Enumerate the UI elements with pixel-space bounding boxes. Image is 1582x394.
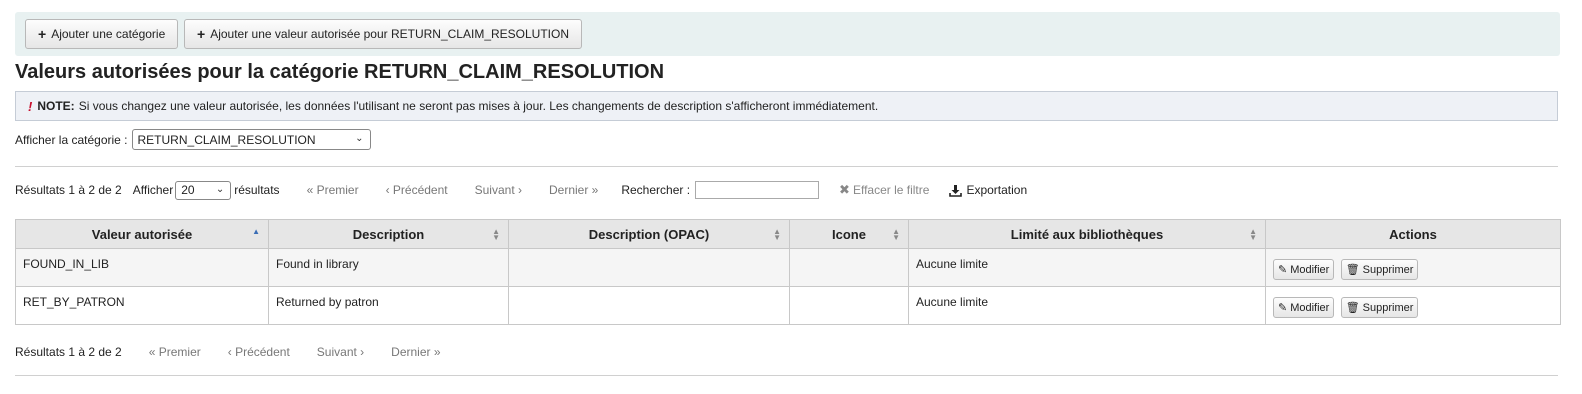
cell-libraries: Aucune limite [908,286,1266,325]
export-button[interactable]: Exportation [949,183,1027,197]
show-label: Afficher [132,183,174,197]
note-label: NOTE: [37,99,75,113]
authorized-values-table: Valeur autorisée ▲ Description ▲ ▼ Descri… [15,219,1561,325]
note-banner: ! NOTE: Si vous changez une valeur autor… [15,91,1558,121]
cell-icon [789,248,909,287]
table-row: RET_BY_PATRON Returned by patron Aucune … [15,286,1561,325]
table-row: FOUND_IN_LIB Found in library Aucune lim… [15,248,1561,287]
clear-filter-label: Effacer le filtre [852,183,930,197]
column-header-actions: Actions [1265,219,1561,249]
cell-value: RET_BY_PATRON [15,286,269,325]
cell-description: Found in library [268,248,509,287]
sort-ascending-icon: ▲ [252,227,260,236]
cell-value: FOUND_IN_LIB [15,248,269,287]
note-text: Si vous changez une valeur autorisée, le… [78,99,879,113]
divider [15,166,1558,167]
delete-button[interactable]: 🗑 Supprimer [1340,297,1419,318]
results-info: Résultats 1 à 2 de 2 [15,345,122,359]
first-page-link[interactable]: « Premier [149,345,201,359]
chevron-down-icon: ⌄ [215,183,225,195]
download-icon [949,184,963,197]
results-info: Résultats 1 à 2 de 2 [15,183,122,197]
results-suffix: résultats [234,183,280,197]
cell-icon [789,286,909,325]
last-page-link[interactable]: Dernier » [391,345,440,359]
cell-description: Returned by patron [268,286,509,325]
plus-icon: + [197,26,206,42]
sort-icon: ▲ ▼ [892,227,900,242]
next-page-link[interactable]: Suivant › [475,183,522,197]
first-page-link[interactable]: « Premier [307,183,359,197]
add-value-label: Ajouter une valeur autorisée pour RETURN… [210,27,569,41]
clear-filter-button[interactable]: ✖ Effacer le filtre [839,182,929,198]
search-label: Rechercher : [621,183,691,197]
pencil-icon: ✎ [1278,264,1288,276]
delete-button[interactable]: 🗑 Supprimer [1340,259,1419,280]
export-label: Exportation [966,183,1028,197]
page-size-value: 20 [181,183,195,197]
previous-page-link[interactable]: ‹ Précédent [228,345,290,359]
add-category-button[interactable]: + Ajouter une catégorie [25,19,179,49]
page-title: Valeurs autorisées pour la catégorie RET… [15,61,665,83]
table-header-row: Valeur autorisée ▲ Description ▲ ▼ Descri… [15,219,1561,249]
column-header-icon[interactable]: Icone ▲ ▼ [789,219,909,249]
trash-icon: 🗑 [1345,302,1360,314]
plus-icon: + [38,26,47,42]
sort-icon: ▲ ▼ [1249,227,1257,242]
pager-bottom: Résultats 1 à 2 de 2 « Premier ‹ Précéde… [15,341,441,363]
cell-description-opac [508,286,790,325]
next-page-link[interactable]: Suivant › [317,345,364,359]
trash-icon: 🗑 [1345,264,1360,276]
category-filter: Afficher la catégorie : RETURN_CLAIM_RES… [15,129,371,150]
cell-actions: ✎ Modifier 🗑 Supprimer [1265,286,1561,325]
sort-icon: ▲ ▼ [773,227,781,242]
edit-button[interactable]: ✎ Modifier [1273,259,1335,280]
sort-icon: ▲ ▼ [492,227,500,242]
pager-top: Résultats 1 à 2 de 2 Afficher 20 ⌄ résul… [15,179,1027,201]
category-select[interactable]: RETURN_CLAIM_RESOLUTION ⌄ [131,129,371,150]
category-filter-label: Afficher la catégorie : [15,132,128,147]
cell-actions: ✎ Modifier 🗑 Supprimer [1265,248,1561,287]
cell-libraries: Aucune limite [908,248,1266,287]
column-header-value[interactable]: Valeur autorisée ▲ [15,219,269,249]
edit-button[interactable]: ✎ Modifier [1273,297,1335,318]
column-header-description[interactable]: Description ▲ ▼ [268,219,509,249]
toolbar: + Ajouter une catégorie + Ajouter une va… [15,12,1560,56]
previous-page-link[interactable]: ‹ Précédent [386,183,448,197]
pencil-icon: ✎ [1278,302,1288,314]
add-category-label: Ajouter une catégorie [51,27,166,41]
category-select-value: RETURN_CLAIM_RESOLUTION [137,132,316,147]
page-size-select[interactable]: 20 ⌄ [175,180,232,200]
search-input[interactable] [695,181,820,199]
add-authorized-value-button[interactable]: + Ajouter une valeur autorisée pour RETU… [184,19,582,49]
column-header-libraries[interactable]: Limité aux bibliothèques ▲ ▼ [908,219,1266,249]
exclamation-icon: ! [28,98,33,114]
last-page-link[interactable]: Dernier » [549,183,598,197]
divider [15,375,1558,376]
column-header-description-opac[interactable]: Description (OPAC) ▲ ▼ [508,219,790,249]
cell-description-opac [508,248,790,287]
x-icon: ✖ [839,182,850,197]
chevron-down-icon: ⌄ [355,133,364,144]
